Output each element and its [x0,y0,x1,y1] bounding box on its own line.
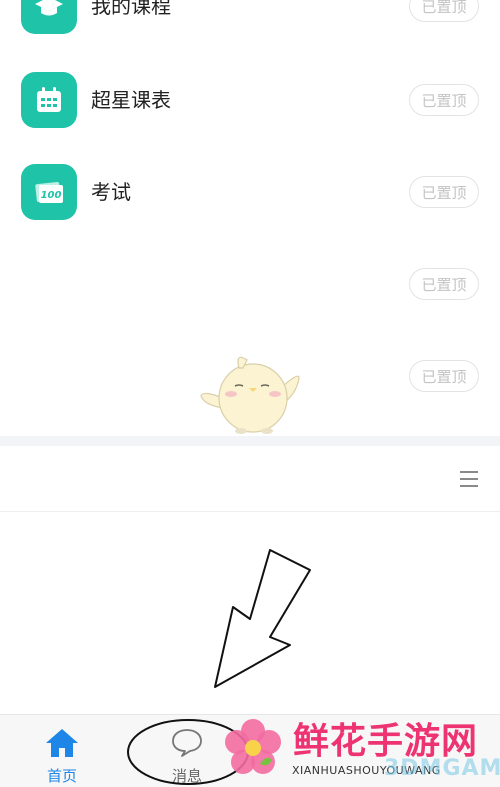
graduation-cap-icon [21,0,77,34]
list-item-label: 超星课表 [91,88,171,112]
exam-icon-text: 100 [41,190,62,201]
list-item-blank[interactable]: 已置顶 [0,238,500,330]
divider [0,511,500,512]
section-separator [0,436,500,446]
arrow-annotation-icon [214,549,311,688]
pinned-button[interactable]: 已置顶 [409,360,479,392]
list-menu-icon[interactable] [458,468,480,490]
list-item-my-courses[interactable]: 我的课程 已置顶 [0,0,500,52]
pinned-button[interactable]: 已置顶 [409,268,479,300]
list-item-exam[interactable]: 100 考试 已置顶 [0,146,500,238]
app-screen: 我的课程 已置顶 超星课表 已置顶 100 考试 已置顶 已置顶 已置顶 首页 … [0,0,500,787]
tab-home-label: 首页 [46,767,77,785]
list-item-label: 考试 [91,180,131,204]
pinned-button[interactable]: 已置顶 [409,0,479,22]
home-icon [46,729,78,757]
pinned-button[interactable]: 已置顶 [409,84,479,116]
tab-home[interactable]: 首页 [12,715,112,787]
calendar-icon [21,72,77,128]
exam-100-icon: 100 [21,164,77,220]
watermark-brand: 3DMGAME [384,756,500,781]
pinned-button[interactable]: 已置顶 [409,176,479,208]
bird-mascot-image [200,356,300,434]
list-item-label: 我的课程 [91,0,171,18]
list-item-schedule[interactable]: 超星课表 已置顶 [0,54,500,146]
